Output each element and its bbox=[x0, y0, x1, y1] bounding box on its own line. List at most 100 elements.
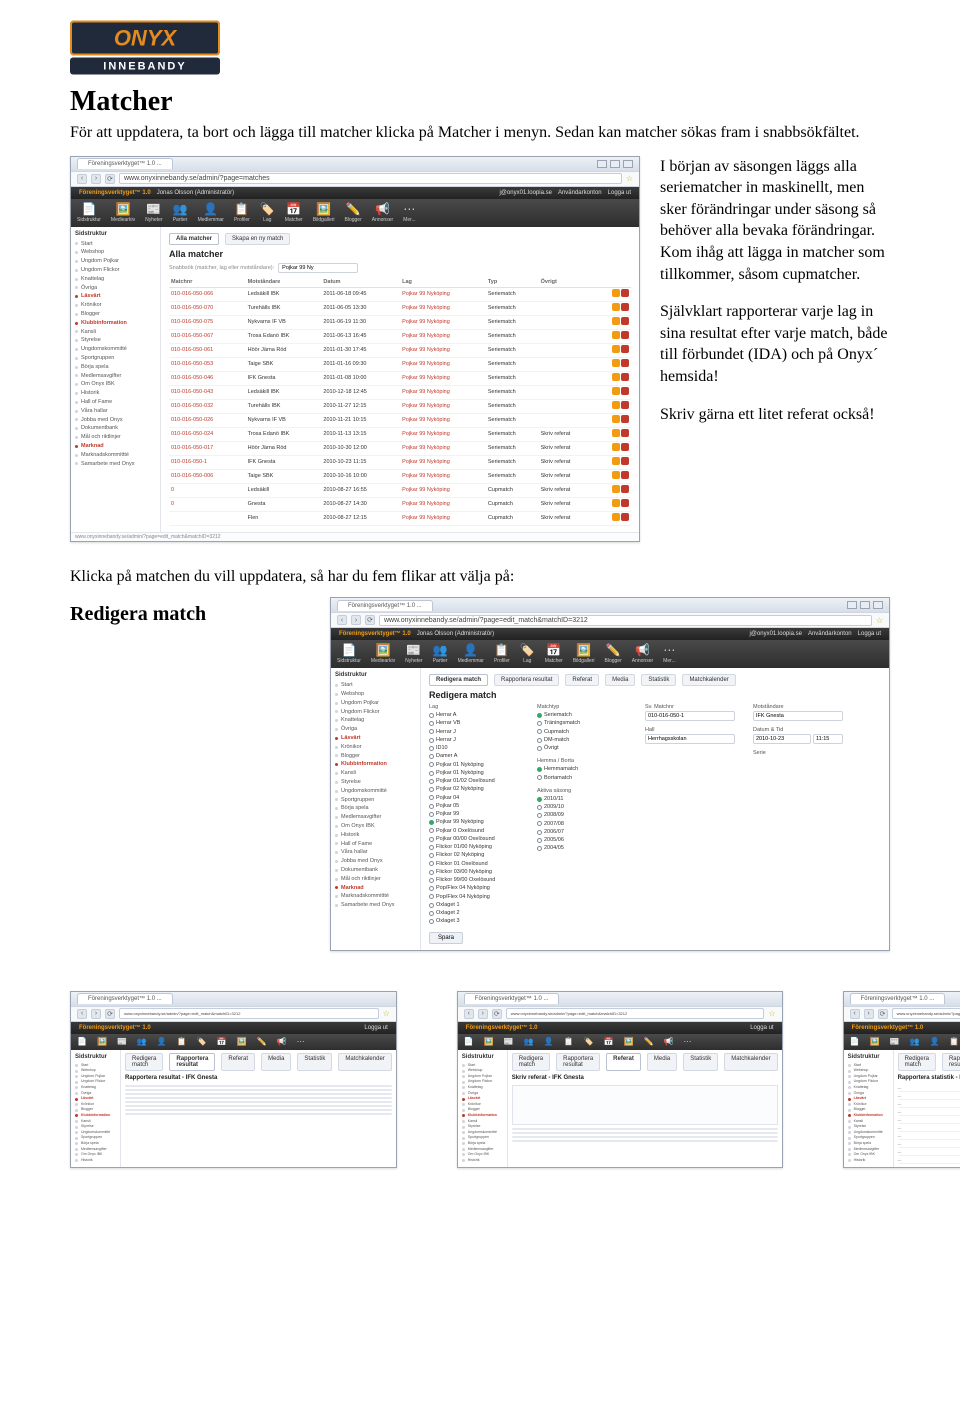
delete-icon[interactable] bbox=[621, 485, 629, 493]
nav-lag[interactable]: 🏷️Lag bbox=[520, 644, 535, 664]
radio-option[interactable]: Pojkar 01 Nyköping bbox=[429, 761, 519, 769]
date-input[interactable] bbox=[753, 734, 811, 744]
nav-partier[interactable]: 👥Partier bbox=[173, 203, 188, 223]
edit-icon[interactable] bbox=[612, 359, 620, 367]
radio-option[interactable]: Pojkar 99 Nyköping bbox=[429, 818, 519, 826]
edit-icon[interactable] bbox=[612, 373, 620, 381]
bookmark-icon[interactable]: ☆ bbox=[876, 616, 883, 625]
radio-option[interactable]: Pojkar 01/02 Oxelösund bbox=[429, 777, 519, 785]
sidebar-item[interactable]: Ungdomskommitté bbox=[75, 345, 156, 354]
nav-nyheter[interactable]: 📰Nyheter bbox=[405, 644, 423, 664]
delete-icon[interactable] bbox=[621, 373, 629, 381]
sidebar-item[interactable]: Våra hallar bbox=[75, 407, 156, 416]
filter-input[interactable] bbox=[278, 263, 358, 273]
sidebar-item[interactable]: Sportgruppen bbox=[335, 796, 416, 805]
min-button[interactable] bbox=[597, 160, 607, 168]
sidebar-item[interactable]: Medlemsavgifter bbox=[75, 372, 156, 381]
nav-partier[interactable]: 👥Partier bbox=[433, 644, 448, 664]
delete-icon[interactable] bbox=[621, 303, 629, 311]
radio-option[interactable]: Pojkar 99 bbox=[429, 810, 519, 818]
edit-icon[interactable] bbox=[612, 415, 620, 423]
radio-option[interactable]: 2004/05 bbox=[537, 844, 627, 852]
radio-option[interactable]: Hemmamatch bbox=[537, 765, 627, 773]
radio-option[interactable]: Flickor 99/00 Oxelösund bbox=[429, 876, 519, 884]
table-row[interactable]: 010-016-050-043Ledsäkill IBK2010-12-18 1… bbox=[169, 385, 631, 399]
reload-icon[interactable]: ⟳ bbox=[365, 615, 375, 625]
nav-medlemmar[interactable]: 👤Medlemmar bbox=[198, 203, 224, 223]
table-row[interactable]: 010-016-050-067Trosa Edanö IBK2011-06-13… bbox=[169, 329, 631, 343]
radio-option[interactable]: Flickor 01 Oxelösund bbox=[429, 860, 519, 868]
browser-tab[interactable]: Föreningsverktyget™ 1.0 ... bbox=[337, 600, 433, 611]
forward-icon[interactable]: › bbox=[91, 174, 101, 184]
delete-icon[interactable] bbox=[621, 429, 629, 437]
sidebar-item[interactable]: Ungdom Flickor bbox=[75, 266, 156, 275]
table-row[interactable]: 010-016-050-026Nykvarns IF VB2010-11-21 … bbox=[169, 413, 631, 427]
nav-bildgalleri[interactable]: 🖼️Bildgalleri bbox=[313, 203, 335, 223]
table-row[interactable]: 010-016-050-032Turehälls IBK2010-11-27 1… bbox=[169, 399, 631, 413]
edit-icon[interactable] bbox=[612, 429, 620, 437]
edit-icon[interactable] bbox=[612, 499, 620, 507]
radio-option[interactable]: Bortamatch bbox=[537, 774, 627, 782]
table-row[interactable]: Flen2010-08-27 12:15Pojkar 99 NyköpingCu… bbox=[169, 511, 631, 525]
nav-annonser[interactable]: 📢Annonser bbox=[632, 644, 653, 664]
radio-option[interactable]: 2009/10 bbox=[537, 803, 627, 811]
sidebar-item[interactable]: Sportgruppen bbox=[75, 354, 156, 363]
sidebar-item[interactable]: Ungdom Pojkar bbox=[335, 699, 416, 708]
sidebar-item[interactable]: Start bbox=[75, 240, 156, 249]
tab-create-match[interactable]: Skapa en ny match bbox=[225, 233, 290, 245]
delete-icon[interactable] bbox=[621, 499, 629, 507]
edit-icon[interactable] bbox=[612, 485, 620, 493]
radio-option[interactable]: Oxlaget 2 bbox=[429, 909, 519, 917]
sidebar-item[interactable]: Kansli bbox=[335, 769, 416, 778]
sidebar-item[interactable]: Medlemsavgifter bbox=[335, 813, 416, 822]
radio-option[interactable]: Pop/Flex 04 Nyköping bbox=[429, 884, 519, 892]
sidebar-item[interactable]: Ungdom Flickor bbox=[335, 708, 416, 717]
edit-icon[interactable] bbox=[612, 513, 620, 521]
link-accounts[interactable]: Användarkonton bbox=[808, 631, 852, 637]
sidebar-item[interactable]: Klubbinformation bbox=[75, 319, 156, 328]
sidebar-item[interactable]: Börja spela bbox=[75, 363, 156, 372]
opponent-input[interactable] bbox=[753, 711, 843, 721]
sidebar-item[interactable]: Dokumentbank bbox=[75, 424, 156, 433]
nav-profiler[interactable]: 📋Profiler bbox=[494, 644, 510, 664]
table-row[interactable]: 010-016-050-046IFK Gnesta2011-01-08 10:0… bbox=[169, 371, 631, 385]
radio-option[interactable]: Pojkar 04 bbox=[429, 794, 519, 802]
close-button[interactable] bbox=[623, 160, 633, 168]
sidebar-item[interactable]: Ungdom Pojkar bbox=[75, 257, 156, 266]
nav-annonser[interactable]: 📢Annonser bbox=[372, 203, 393, 223]
radio-option[interactable]: 2007/08 bbox=[537, 820, 627, 828]
radio-option[interactable]: 2008/09 bbox=[537, 811, 627, 819]
nav-matcher[interactable]: 📅Matcher bbox=[285, 203, 303, 223]
radio-option[interactable]: Herrar J bbox=[429, 728, 519, 736]
nav-lag[interactable]: 🏷️Lag bbox=[260, 203, 275, 223]
delete-icon[interactable] bbox=[621, 345, 629, 353]
reload-icon[interactable]: ⟳ bbox=[105, 174, 115, 184]
forward-icon[interactable]: › bbox=[351, 615, 361, 625]
close-button[interactable] bbox=[873, 601, 883, 609]
radio-option[interactable]: Damer A bbox=[429, 752, 519, 760]
nav-mer...[interactable]: ⋯Mer... bbox=[663, 644, 676, 664]
edit-icon[interactable] bbox=[612, 443, 620, 451]
sidebar-item[interactable]: Knattelag bbox=[335, 716, 416, 725]
radio-option[interactable]: Oxlaget 1 bbox=[429, 901, 519, 909]
delete-icon[interactable] bbox=[621, 457, 629, 465]
nav-mediearkiv[interactable]: 🖼️Mediearkiv bbox=[111, 203, 135, 223]
radio-option[interactable]: Flickor 03/00 Nyköping bbox=[429, 868, 519, 876]
radio-option[interactable]: Pojkar 00/00 Oxelösund bbox=[429, 835, 519, 843]
delete-icon[interactable] bbox=[621, 401, 629, 409]
sidebar-item[interactable]: Jobba med Onyx bbox=[335, 857, 416, 866]
delete-icon[interactable] bbox=[621, 331, 629, 339]
sidebar-item[interactable]: Styrelse bbox=[335, 778, 416, 787]
delete-icon[interactable] bbox=[621, 387, 629, 395]
sidebar-item[interactable]: Övriga bbox=[75, 284, 156, 293]
table-row[interactable]: 010-016-050-075Nykvarns IF VB2011-06-19 … bbox=[169, 315, 631, 329]
table-row[interactable]: 010-016-050-024Trosa Edanö IBK2010-11-13… bbox=[169, 427, 631, 441]
sidebar-item[interactable]: Blogger bbox=[335, 752, 416, 761]
sidebar-item[interactable]: Övriga bbox=[335, 725, 416, 734]
sidebar-item[interactable]: Om Onyx IBK bbox=[75, 380, 156, 389]
sidebar-item[interactable]: Marknad bbox=[75, 442, 156, 451]
nav-bildgalleri[interactable]: 🖼️Bildgalleri bbox=[573, 644, 595, 664]
table-row[interactable]: 010-016-050-053Taige SBK2011-01-16 09:30… bbox=[169, 357, 631, 371]
edit-icon[interactable] bbox=[612, 401, 620, 409]
sidebar-item[interactable]: Våra hallar bbox=[335, 848, 416, 857]
